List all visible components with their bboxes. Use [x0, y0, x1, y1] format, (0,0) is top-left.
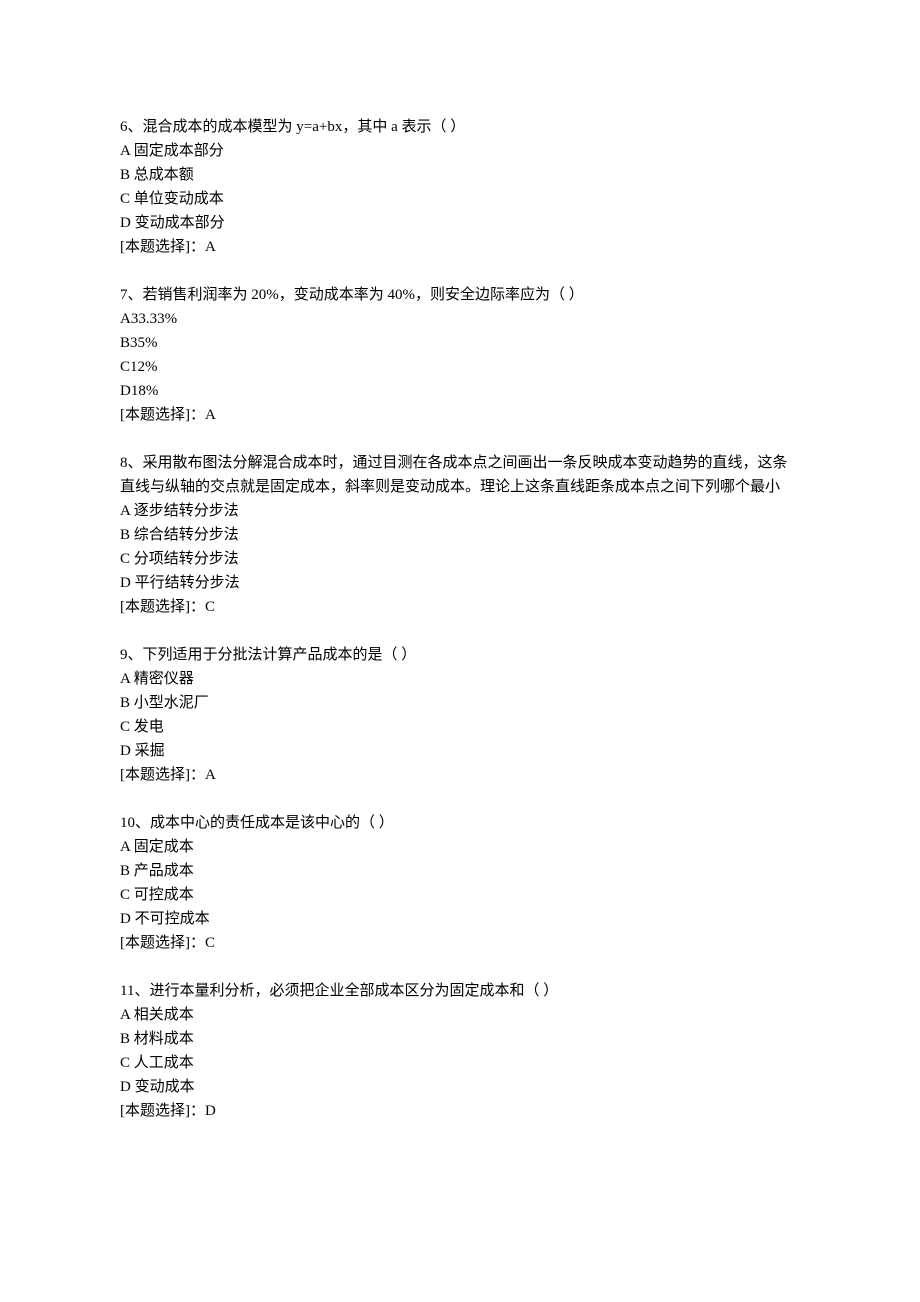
question-stem: 6、混合成本的成本模型为 y=a+bx，其中 a 表示（ ） [120, 115, 800, 139]
answer-line: [本题选择]：C [120, 595, 800, 619]
question-stem: 10、成本中心的责任成本是该中心的（ ） [120, 811, 800, 835]
answer-value: C [205, 599, 215, 615]
option-d: D 变动成本 [120, 1075, 800, 1099]
question-block: 11、进行本量利分析，必须把企业全部成本区分为固定成本和（ ） A 相关成本 B… [120, 979, 800, 1123]
option-a: A 相关成本 [120, 1003, 800, 1027]
option-b: B 小型水泥厂 [120, 691, 800, 715]
question-block: 8、采用散布图法分解混合成本时，通过目测在各成本点之间画出一条反映成本变动趋势的… [120, 451, 800, 619]
option-b: B 总成本额 [120, 163, 800, 187]
option-b: B35% [120, 331, 800, 355]
answer-value: A [205, 239, 216, 255]
option-a: A 精密仪器 [120, 667, 800, 691]
option-c: C 单位变动成本 [120, 187, 800, 211]
option-c: C 发电 [120, 715, 800, 739]
question-stem: 8、采用散布图法分解混合成本时，通过目测在各成本点之间画出一条反映成本变动趋势的… [120, 451, 800, 499]
question-text-content: 若销售利润率为 20%，变动成本率为 40%，则安全边际率应为（ ） [143, 287, 584, 303]
answer-value: A [205, 407, 216, 423]
answer-label: [本题选择]： [120, 767, 205, 783]
question-stem: 9、下列适用于分批法计算产品成本的是（ ） [120, 643, 800, 667]
option-b: B 综合结转分步法 [120, 523, 800, 547]
answer-line: [本题选择]：C [120, 931, 800, 955]
option-b: B 产品成本 [120, 859, 800, 883]
option-c: C 人工成本 [120, 1051, 800, 1075]
answer-label: [本题选择]： [120, 1103, 205, 1119]
question-text-content: 成本中心的责任成本是该中心的（ ） [150, 815, 394, 831]
option-d: D 变动成本部分 [120, 211, 800, 235]
question-text-content: 混合成本的成本模型为 y=a+bx，其中 a 表示（ ） [143, 119, 466, 135]
question-text-content: 下列适用于分批法计算产品成本的是（ ） [143, 647, 417, 663]
answer-value: D [205, 1103, 216, 1119]
question-block: 6、混合成本的成本模型为 y=a+bx，其中 a 表示（ ） A 固定成本部分 … [120, 115, 800, 259]
question-block: 7、若销售利润率为 20%，变动成本率为 40%，则安全边际率应为（ ） A33… [120, 283, 800, 427]
question-number: 8 [120, 455, 128, 471]
question-number: 9 [120, 647, 128, 663]
question-number: 6 [120, 119, 128, 135]
question-text-content: 采用散布图法分解混合成本时，通过目测在各成本点之间画出一条反映成本变动趋势的直线… [120, 455, 788, 495]
answer-label: [本题选择]： [120, 407, 205, 423]
question-stem: 11、进行本量利分析，必须把企业全部成本区分为固定成本和（ ） [120, 979, 800, 1003]
option-d: D 不可控成本 [120, 907, 800, 931]
answer-label: [本题选择]： [120, 599, 205, 615]
option-c: C12% [120, 355, 800, 379]
option-d: D 采掘 [120, 739, 800, 763]
document-page: 6、混合成本的成本模型为 y=a+bx，其中 a 表示（ ） A 固定成本部分 … [0, 0, 920, 1302]
answer-line: [本题选择]：A [120, 403, 800, 427]
answer-line: [本题选择]：A [120, 235, 800, 259]
answer-value: C [205, 935, 215, 951]
question-block: 10、成本中心的责任成本是该中心的（ ） A 固定成本 B 产品成本 C 可控成… [120, 811, 800, 955]
answer-label: [本题选择]： [120, 935, 205, 951]
option-d: D18% [120, 379, 800, 403]
option-c: C 分项结转分步法 [120, 547, 800, 571]
answer-line: [本题选择]：A [120, 763, 800, 787]
question-number: 10 [120, 815, 135, 831]
option-d: D 平行结转分步法 [120, 571, 800, 595]
question-block: 9、下列适用于分批法计算产品成本的是（ ） A 精密仪器 B 小型水泥厂 C 发… [120, 643, 800, 787]
option-a: A 固定成本 [120, 835, 800, 859]
answer-label: [本题选择]： [120, 239, 205, 255]
option-a: A33.33% [120, 307, 800, 331]
option-b: B 材料成本 [120, 1027, 800, 1051]
option-a: A 逐步结转分步法 [120, 499, 800, 523]
question-number: 11 [120, 983, 134, 999]
answer-value: A [205, 767, 216, 783]
question-text-content: 进行本量利分析，必须把企业全部成本区分为固定成本和（ ） [149, 983, 558, 999]
option-a: A 固定成本部分 [120, 139, 800, 163]
answer-line: [本题选择]：D [120, 1099, 800, 1123]
question-number: 7 [120, 287, 128, 303]
option-c: C 可控成本 [120, 883, 800, 907]
question-stem: 7、若销售利润率为 20%，变动成本率为 40%，则安全边际率应为（ ） [120, 283, 800, 307]
